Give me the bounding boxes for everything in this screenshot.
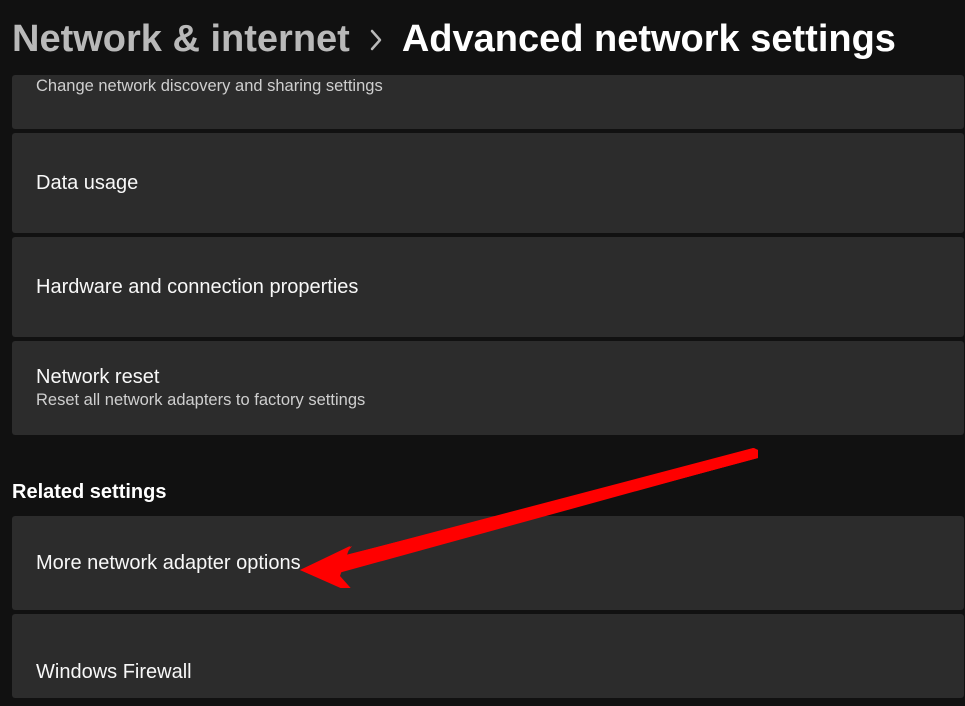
related-settings-list: More network adapter options Windows Fir… bbox=[12, 516, 965, 698]
list-item-subtitle: Reset all network adapters to factory se… bbox=[36, 391, 940, 410]
list-item-windows-firewall[interactable]: Windows Firewall bbox=[12, 614, 964, 698]
list-item-title: Data usage bbox=[36, 172, 940, 195]
breadcrumb-parent-link[interactable]: Network & internet bbox=[12, 18, 350, 61]
breadcrumb-current: Advanced network settings bbox=[402, 18, 896, 61]
list-item-hardware-properties[interactable]: Hardware and connection properties bbox=[12, 237, 964, 337]
breadcrumb: Network & internet Advanced network sett… bbox=[12, 0, 965, 75]
section-heading-related: Related settings bbox=[12, 481, 965, 504]
chevron-right-icon bbox=[368, 27, 384, 53]
settings-page: Network & internet Advanced network sett… bbox=[0, 0, 965, 706]
list-item-title: Network reset bbox=[36, 366, 940, 389]
list-item-title: Windows Firewall bbox=[36, 661, 940, 684]
list-item-data-usage[interactable]: Data usage bbox=[12, 133, 964, 233]
list-item-network-reset[interactable]: Network reset Reset all network adapters… bbox=[12, 341, 964, 435]
list-item-subtitle: Change network discovery and sharing set… bbox=[36, 77, 940, 96]
list-item-title: More network adapter options bbox=[36, 552, 940, 575]
list-item-title: Hardware and connection properties bbox=[36, 276, 940, 299]
list-item-advanced-sharing[interactable]: Advanced sharing settings Change network… bbox=[12, 75, 964, 129]
list-item-more-network-adapter-options[interactable]: More network adapter options bbox=[12, 516, 964, 610]
settings-list: Advanced sharing settings Change network… bbox=[12, 75, 965, 435]
